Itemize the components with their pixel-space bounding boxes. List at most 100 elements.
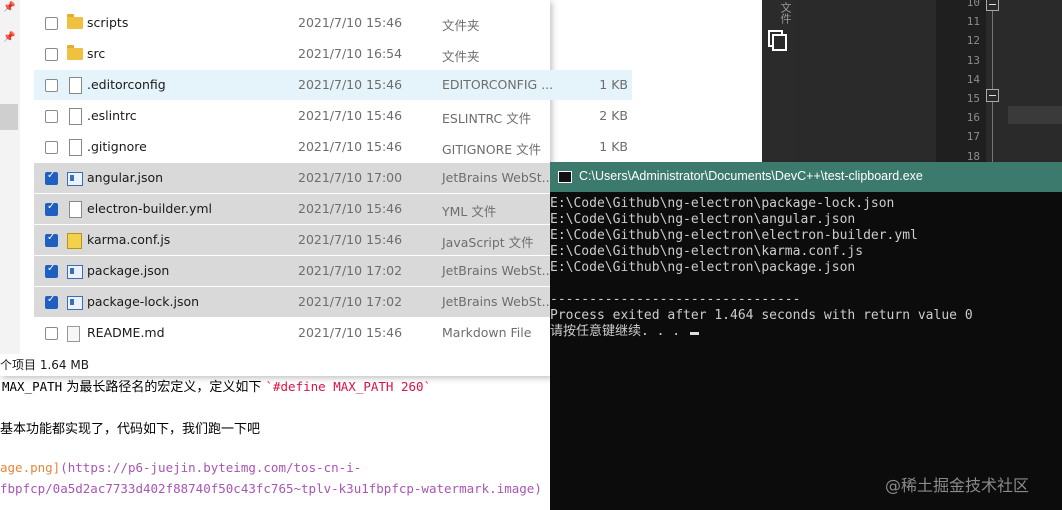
console-window[interactable]: C:\Users\Administrator\Documents\DevC++\…	[550, 162, 1062, 510]
json-file-icon	[67, 296, 83, 310]
folder-icon	[67, 45, 83, 60]
line-number: 18	[966, 149, 980, 163]
file-checkbox[interactable]	[45, 17, 58, 30]
file-type: 文件夹	[442, 18, 480, 33]
document-icon	[69, 77, 82, 94]
file-checkbox[interactable]	[45, 48, 58, 61]
file-checkbox[interactable]	[45, 327, 58, 340]
file-checkbox[interactable]	[45, 141, 58, 154]
file-name: .gitignore	[87, 139, 147, 154]
folder-icon	[67, 14, 83, 29]
file-row[interactable]: package.json 2021/7/10 17:02 JetBrains Web…	[34, 256, 632, 286]
file-name: .editorconfig	[87, 77, 166, 92]
line-number: 11	[966, 15, 980, 29]
file-date: 2021/7/10 15:46	[298, 201, 403, 216]
file-name: package-lock.json	[87, 294, 200, 309]
json-file-icon	[67, 172, 83, 186]
image-link-text[interactable]: age.png]	[0, 460, 60, 475]
status-bar-text: 个项目 1.64 MB	[0, 358, 89, 372]
console-line: E:\Code\Github\ng-electron\package.json	[550, 260, 856, 275]
file-checkbox[interactable]	[45, 110, 58, 123]
console-line: 请按任意键继续. . .	[550, 324, 973, 340]
copy-icon[interactable]	[768, 30, 787, 51]
console-line: E:\Code\Github\ng-electron\electron-buil…	[550, 228, 918, 243]
file-date: 2021/7/10 16:54	[298, 46, 403, 61]
file-type: ESLINTRC 文件	[442, 111, 532, 126]
file-type: JetBrains WebSt...	[442, 263, 554, 278]
file-type: JetBrains WebSt...	[442, 294, 554, 309]
json-file-icon	[67, 265, 83, 279]
image-url[interactable]: fbpfcp/0a5d2ac7733d402f88740f50c43fc765~…	[0, 481, 542, 496]
line-number: 14	[966, 72, 980, 86]
file-size: 1 KB	[599, 77, 628, 92]
file-row[interactable]: .gitignore 2021/7/10 15:46 GITIGNORE 文件 1 K…	[34, 132, 632, 162]
file-checkbox[interactable]	[45, 79, 58, 92]
file-row[interactable]: .eslintrc 2021/7/10 15:46 ESLINTRC 文件 2 KB	[34, 101, 632, 131]
line-number: 17	[966, 130, 980, 144]
console-line: --------------------------------	[550, 292, 801, 307]
file-date: 2021/7/10 17:02	[298, 263, 403, 278]
file-type: 文件夹	[442, 49, 480, 64]
file-name: angular.json	[87, 170, 164, 185]
fold-toggle-icon[interactable]	[986, 0, 999, 11]
watermark: @稀土掘金技术社区	[885, 476, 1030, 495]
console-line: Process exited after 1.464 seconds with …	[550, 308, 973, 323]
console-line: E:\Code\Github\ng-electron\karma.conf.js	[550, 244, 864, 259]
file-checkbox[interactable]	[45, 201, 58, 216]
console-line: E:\Code\Github\ng-electron\angular.json	[550, 212, 856, 227]
line-number: 10	[966, 0, 980, 9]
file-row[interactable]: package-lock.json 2021/7/10 17:02 JetBrain…	[34, 287, 632, 317]
file-row[interactable]: README.md 2021/7/10 15:46 Markdown File	[34, 318, 632, 348]
inline-code: `#define MAX_PATH 260`	[265, 379, 432, 394]
file-row[interactable]: angular.json 2021/7/10 17:00 JetBrains Web…	[34, 163, 632, 193]
line-number: 15	[966, 92, 980, 105]
navigation-pane: 📌 📌	[0, 0, 20, 354]
file-date: 2021/7/10 15:46	[298, 139, 403, 154]
current-line-highlight	[1008, 106, 1062, 124]
file-checkbox[interactable]	[45, 170, 58, 185]
file-row[interactable]: .editorconfig 2021/7/10 15:46 EDITORCONFIG…	[34, 70, 632, 100]
file-checkbox[interactable]	[45, 294, 58, 309]
file-name: karma.conf.js	[87, 232, 171, 247]
pin-icon[interactable]: 📌	[3, 2, 15, 13]
document-icon	[69, 201, 82, 218]
file-size: 1 KB	[599, 139, 628, 154]
image-url[interactable]: (https://p6-juejin.byteimg.com/tos-cn-i-	[60, 460, 361, 475]
console-titlebar[interactable]: C:\Users\Administrator\Documents\DevC++\…	[550, 162, 1062, 192]
document-icon	[69, 108, 82, 125]
line-number: 13	[966, 53, 980, 67]
document-icon	[69, 139, 82, 156]
console-output: E:\Code\Github\ng-electron\package-lock.…	[550, 196, 973, 340]
file-row[interactable]: electron-builder.yml 2021/7/10 15:46 YML 文…	[34, 194, 632, 224]
file-row[interactable]: scripts 2021/7/10 15:46 文件夹	[34, 8, 632, 38]
file-type: EDITORCONFIG ...	[442, 77, 554, 92]
file-type: GITIGNORE 文件	[442, 142, 542, 157]
javascript-file-icon	[67, 233, 82, 249]
ide-side-label[interactable]: 文件	[777, 2, 793, 24]
file-date: 2021/7/10 15:46	[298, 232, 403, 247]
fold-guide-line	[992, 10, 993, 162]
file-checkbox[interactable]	[45, 232, 58, 247]
nav-selected-item[interactable]	[0, 104, 18, 130]
file-name: electron-builder.yml	[87, 201, 213, 216]
markdown-file-icon	[67, 326, 80, 342]
fold-toggle-icon[interactable]	[986, 89, 999, 102]
text-cursor	[689, 332, 699, 335]
file-name: .eslintrc	[87, 108, 137, 123]
file-size: 2 KB	[599, 108, 628, 123]
line-number: 12	[966, 34, 980, 48]
line-number: 16	[966, 111, 980, 125]
file-name: README.md	[87, 325, 165, 340]
file-row[interactable]: src 2021/7/10 16:54 文件夹	[34, 39, 632, 69]
console-app-icon	[558, 171, 572, 183]
markdown-text: 为最长路径名的宏定义，定义如下	[62, 380, 266, 395]
file-name: scripts	[87, 15, 129, 30]
ide-code-editor[interactable]	[794, 0, 1062, 162]
pin-icon[interactable]: 📌	[3, 32, 15, 43]
file-checkbox[interactable]	[45, 263, 58, 278]
markdown-line-4: fbpfcp/0a5d2ac7733d402f88740f50c43fc765~…	[0, 481, 542, 497]
file-row[interactable]: karma.conf.js 2021/7/10 15:46 JavaScript 文…	[34, 225, 632, 255]
file-type: YML 文件	[442, 204, 497, 219]
file-date: 2021/7/10 15:46	[298, 77, 403, 92]
